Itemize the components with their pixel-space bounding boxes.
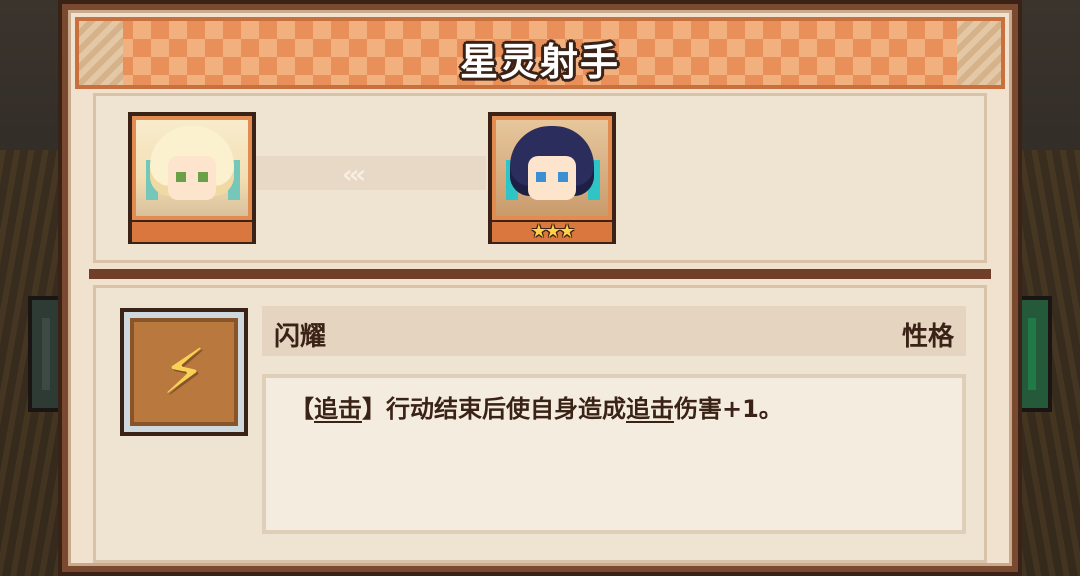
current-character-portrait[interactable] [128, 112, 256, 244]
title-banner: 星灵射手 [75, 17, 1005, 89]
evolution-track [246, 156, 486, 190]
evolved-character-portrait[interactable]: ★★★ [488, 112, 616, 244]
trait-panel: ⚡ 闪耀 性格 【追击】行动结束后使自身造成追击伤害+1。 [93, 285, 987, 563]
dialog-title: 星灵射手 [459, 40, 620, 84]
trait-icon-frame[interactable]: ⚡ [120, 308, 248, 436]
trait-description-box: 【追击】行动结束后使自身造成追击伤害+1。 [262, 374, 966, 534]
trait-name: 闪耀 [274, 322, 327, 352]
portrait-nameplate [132, 222, 252, 242]
portrait-nameplate: ★★★ [492, 222, 612, 242]
left-side-tab[interactable] [28, 296, 62, 412]
evolution-panel: ‹‹‹ ★★★ [93, 93, 987, 263]
trait-description: 【追击】行动结束后使自身造成追击伤害+1。 [290, 392, 942, 426]
blonde-character-portrait-icon [132, 116, 252, 220]
trait-type: 性格 [901, 322, 954, 352]
trait-header: 闪耀 性格 [262, 306, 966, 356]
game-scene: 星灵射手 ‹‹‹ ★★★ ⚡ 闪耀 性格 【追击】行动结束后使自身造成追击伤害+… [0, 0, 1080, 576]
lightning-arrow-icon: ⚡ [130, 318, 238, 426]
right-side-tab[interactable] [1018, 296, 1052, 412]
chevron-left-icon: ‹‹‹ [342, 160, 366, 190]
bracket-open: 【 [290, 395, 314, 423]
keyword-link-pursuit[interactable]: 追击 [314, 395, 362, 423]
star-rating: ★★★ [530, 221, 575, 242]
dark-hair-character-portrait-icon [492, 116, 612, 220]
dialog-body: 星灵射手 ‹‹‹ ★★★ ⚡ 闪耀 性格 【追击】行动结束后使自身造成追击伤害+… [68, 10, 1012, 566]
description-text: 行动结束后使自身造成 [386, 395, 626, 423]
character-trait-dialog: 星灵射手 ‹‹‹ ★★★ ⚡ 闪耀 性格 【追击】行动结束后使自身造成追击伤害+… [58, 0, 1022, 576]
bracket-close: 】 [362, 395, 386, 423]
keyword-link-pursuit[interactable]: 追击 [626, 395, 674, 423]
description-text: 伤害+1。 [674, 395, 783, 423]
panel-divider [89, 269, 991, 279]
